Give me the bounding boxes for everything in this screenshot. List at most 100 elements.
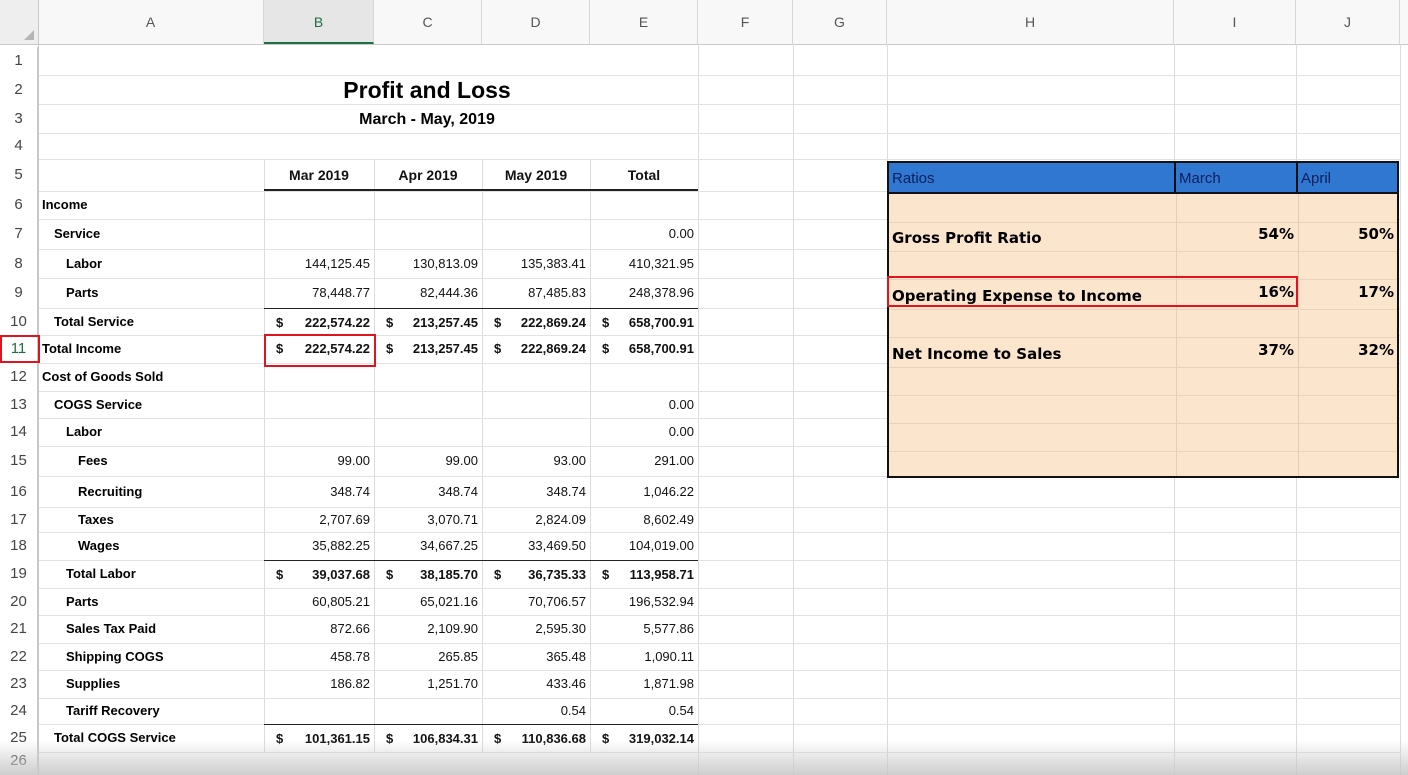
row-header-16[interactable]: 16 — [0, 476, 38, 507]
row-header-12[interactable]: 12 — [0, 363, 38, 391]
report-value-cell[interactable]: $39,037.68 — [264, 560, 374, 588]
report-value-cell[interactable]: 196,532.94 — [590, 588, 698, 615]
column-header-h[interactable]: H — [887, 0, 1174, 44]
report-value-cell[interactable] — [482, 363, 590, 391]
row-header-15[interactable]: 15 — [0, 446, 38, 476]
row-header-24[interactable]: 24 — [0, 698, 38, 724]
report-value-cell[interactable]: $38,185.70 — [374, 560, 482, 588]
report-value-cell[interactable]: 410,321.95 — [590, 249, 698, 278]
report-line-label[interactable]: Wages — [78, 532, 119, 560]
report-value-cell[interactable]: 65,021.16 — [374, 588, 482, 615]
report-value-cell[interactable] — [374, 191, 482, 219]
row-header-7[interactable]: 7 — [0, 219, 38, 249]
report-value-cell[interactable] — [482, 191, 590, 219]
report-value-cell[interactable]: 33,469.50 — [482, 532, 590, 560]
report-value-cell[interactable] — [264, 363, 374, 391]
report-value-cell[interactable]: 0.00 — [590, 219, 698, 249]
column-header-d[interactable]: D — [482, 0, 590, 44]
report-value-cell[interactable]: $658,700.91 — [590, 308, 698, 335]
report-line-label[interactable]: Supplies — [66, 670, 120, 698]
row-header-17[interactable]: 17 — [0, 507, 38, 532]
report-value-cell[interactable]: $213,257.45 — [374, 335, 482, 363]
report-value-cell[interactable] — [264, 219, 374, 249]
report-value-cell[interactable]: 93.00 — [482, 446, 590, 476]
report-value-cell[interactable]: 82,444.36 — [374, 278, 482, 308]
report-value-cell[interactable]: 186.82 — [264, 670, 374, 698]
column-header-c[interactable]: C — [374, 0, 482, 44]
report-value-cell[interactable]: 1,871.98 — [590, 670, 698, 698]
report-value-cell[interactable]: 34,667.25 — [374, 532, 482, 560]
report-value-cell[interactable]: 348.74 — [374, 476, 482, 507]
report-value-cell[interactable]: 104,019.00 — [590, 532, 698, 560]
report-value-cell[interactable]: $222,869.24 — [482, 308, 590, 335]
report-line-label[interactable]: Tariff Recovery — [66, 698, 160, 724]
report-value-cell[interactable] — [264, 418, 374, 446]
row-header-2[interactable]: 2 — [0, 75, 38, 104]
row-header-19[interactable]: 19 — [0, 560, 38, 588]
report-value-cell[interactable]: 248,378.96 — [590, 278, 698, 308]
report-value-cell[interactable]: 99.00 — [264, 446, 374, 476]
report-value-cell[interactable]: 87,485.83 — [482, 278, 590, 308]
report-line-label[interactable]: Total Service — [54, 308, 134, 335]
report-line-label[interactable]: Labor — [66, 249, 102, 278]
row-header-6[interactable]: 6 — [0, 191, 38, 219]
report-value-cell[interactable]: 265.85 — [374, 643, 482, 670]
row-header-4[interactable]: 4 — [0, 133, 38, 159]
report-line-label[interactable]: Total Income — [42, 335, 121, 363]
report-line-label[interactable]: Sales Tax Paid — [66, 615, 156, 643]
report-value-cell[interactable]: 2,707.69 — [264, 507, 374, 532]
report-value-cell[interactable]: 365.48 — [482, 643, 590, 670]
report-value-cell[interactable]: $222,869.24 — [482, 335, 590, 363]
report-value-cell[interactable]: 433.46 — [482, 670, 590, 698]
report-line-label[interactable]: Recruiting — [78, 476, 142, 507]
report-value-cell[interactable]: 99.00 — [374, 446, 482, 476]
ratios-header-march[interactable]: March — [1176, 163, 1298, 194]
report-value-cell[interactable]: 135,383.41 — [482, 249, 590, 278]
report-value-cell[interactable] — [482, 219, 590, 249]
ratio-march-0[interactable]: 54% — [1176, 220, 1294, 248]
column-header-a[interactable]: A — [38, 0, 264, 44]
row-header-8[interactable]: 8 — [0, 249, 38, 278]
ratios-header-april[interactable]: April — [1298, 163, 1397, 194]
report-value-cell[interactable]: 8,602.49 — [590, 507, 698, 532]
ratio-april-0[interactable]: 50% — [1298, 220, 1394, 248]
report-line-label[interactable]: Labor — [66, 418, 102, 446]
report-value-cell[interactable]: 60,805.21 — [264, 588, 374, 615]
report-value-cell[interactable]: 78,448.77 — [264, 278, 374, 308]
report-value-cell[interactable] — [374, 418, 482, 446]
ratios-header-label[interactable]: Ratios — [889, 163, 1176, 194]
row-header-21[interactable]: 21 — [0, 615, 38, 643]
report-value-cell[interactable]: $222,574.22 — [264, 308, 374, 335]
report-value-cell[interactable]: 0.54 — [482, 698, 590, 724]
report-value-cell[interactable]: $36,735.33 — [482, 560, 590, 588]
report-value-cell[interactable]: 1,046.22 — [590, 476, 698, 507]
column-header-g[interactable]: G — [793, 0, 887, 44]
report-value-cell[interactable]: 2,824.09 — [482, 507, 590, 532]
report-value-cell[interactable] — [374, 219, 482, 249]
row-header-23[interactable]: 23 — [0, 670, 38, 698]
report-value-cell[interactable] — [590, 191, 698, 219]
report-value-cell[interactable]: 291.00 — [590, 446, 698, 476]
select-all-corner[interactable] — [0, 0, 39, 44]
row-header-22[interactable]: 22 — [0, 643, 38, 670]
report-line-label[interactable]: Service — [54, 219, 100, 249]
report-value-cell[interactable]: 144,125.45 — [264, 249, 374, 278]
report-value-cell[interactable]: 2,109.90 — [374, 615, 482, 643]
report-value-cell[interactable]: 348.74 — [482, 476, 590, 507]
report-line-label[interactable]: Taxes — [78, 507, 114, 532]
row-header-10[interactable]: 10 — [0, 308, 38, 335]
report-value-cell[interactable]: 0.54 — [590, 698, 698, 724]
report-value-cell[interactable]: 1,090.11 — [590, 643, 698, 670]
ratio-label-0[interactable]: Gross Profit Ratio — [892, 224, 1042, 252]
report-line-label[interactable]: COGS Service — [54, 391, 142, 418]
ratio-april-1[interactable]: 17% — [1298, 278, 1394, 306]
report-line-label[interactable]: Parts — [66, 278, 99, 308]
column-header-f[interactable]: F — [698, 0, 793, 44]
row-header-5[interactable]: 5 — [0, 159, 38, 191]
report-value-cell[interactable] — [264, 391, 374, 418]
report-line-label[interactable]: Income — [42, 191, 88, 219]
column-header-j[interactable]: J — [1296, 0, 1400, 44]
report-value-cell[interactable] — [374, 363, 482, 391]
row-header-13[interactable]: 13 — [0, 391, 38, 418]
report-line-label[interactable]: Shipping COGS — [66, 643, 164, 670]
